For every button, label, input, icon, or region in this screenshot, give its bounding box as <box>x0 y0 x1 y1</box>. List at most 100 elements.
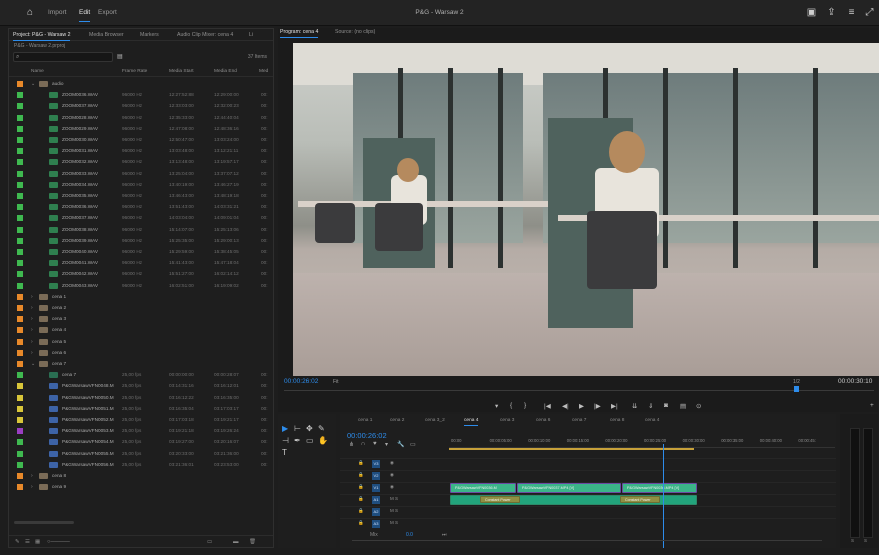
list-item[interactable]: ZOOM0040.WAV 96000 Hz 15:29:59:00 15:38:45:… <box>9 247 275 258</box>
color-label-swatch[interactable] <box>17 439 23 446</box>
overwrite-icon[interactable]: ⇓ <box>648 402 653 410</box>
list-item[interactable]: ZOOM0038.WAV 96000 Hz 15:14:07:00 15:25:13:… <box>9 225 275 236</box>
maximize-icon[interactable]: ⤢ <box>864 7 875 18</box>
quality-dropdown[interactable]: 1/2 <box>793 379 800 385</box>
add-marker-icon[interactable]: ▾ <box>495 402 498 410</box>
sequence-tab[interactable]: cena 2 <box>390 418 404 423</box>
tab-program[interactable]: Program: cena 4 <box>280 29 319 38</box>
timeline-clip[interactable]: P&GWarsawVFN0037.MP4 [V] <box>517 483 621 493</box>
list-item[interactable]: ZOOM0035.WAV 96000 Hz 13:46:43:00 13:48:19:… <box>9 191 275 202</box>
bin-row[interactable]: ⌄ cena 7 <box>9 359 275 370</box>
sequence-tab[interactable]: cena 8 <box>610 418 624 423</box>
audio-transition[interactable]: Constant Power <box>480 496 520 503</box>
mute-icon[interactable]: M S <box>390 508 398 513</box>
snap-icon[interactable]: ⋔ <box>349 441 354 448</box>
col-media-end[interactable]: Media End <box>214 69 237 74</box>
disclosure-triangle-icon[interactable]: › <box>31 294 33 300</box>
tab-markers[interactable]: Markers <box>140 32 159 38</box>
go-to-in-icon[interactable]: |◀ <box>544 402 551 410</box>
list-item[interactable]: P&GWarsawVFN0054.M 25,00 fps 03:19:27:00 03… <box>9 437 275 448</box>
list-item[interactable]: ZOOM0029.WAV 96000 Hz 12:47:08:00 12:48:36:… <box>9 124 275 135</box>
menu-icon[interactable]: ≡ <box>846 7 857 18</box>
color-label-swatch[interactable] <box>17 327 23 334</box>
list-item[interactable]: P&GWarsawVFN0048.M 25,00 fps 03:14:31:16 03… <box>9 381 275 392</box>
col-name[interactable]: Name <box>31 69 44 74</box>
color-label-swatch[interactable] <box>17 405 23 412</box>
pencil-icon[interactable]: ✎ <box>15 539 20 545</box>
color-label-swatch[interactable] <box>17 103 23 110</box>
lock-icon[interactable]: 🔒 <box>358 484 364 490</box>
search-input[interactable]: ⌕ <box>13 52 113 62</box>
bin-row[interactable]: ⌄ audio <box>9 79 275 90</box>
new-item-icon[interactable]: ▭ <box>207 539 212 545</box>
list-item[interactable]: ZOOM0036.WAV 96000 Hz 12:27:52:88 12:29:00:… <box>9 90 275 101</box>
meter-solo-left[interactable]: S <box>851 538 854 543</box>
color-label-swatch[interactable] <box>17 383 23 390</box>
meter-solo-right[interactable]: S <box>864 538 867 543</box>
bin-row[interactable]: › cena 9 <box>9 482 275 493</box>
color-label-swatch[interactable] <box>17 394 23 401</box>
captions-icon[interactable]: ▭ <box>410 441 416 448</box>
program-playhead[interactable] <box>794 386 799 392</box>
color-label-swatch[interactable] <box>17 237 23 244</box>
color-label-swatch[interactable] <box>17 293 23 300</box>
color-label-swatch[interactable] <box>17 114 23 121</box>
linked-selection-icon[interactable]: ∩ <box>361 441 365 447</box>
play-icon[interactable]: ▶ <box>579 402 584 410</box>
type-tool-icon[interactable]: T <box>282 448 287 457</box>
disclosure-triangle-icon[interactable]: › <box>31 339 33 345</box>
zoom-slider[interactable]: ○───── <box>47 539 70 545</box>
list-view-icon[interactable]: ☰ <box>25 539 30 545</box>
lock-icon[interactable]: 🔒 <box>358 496 364 502</box>
list-item[interactable]: ZOOM0042.WAV 96000 Hz 15:51:27:00 16:02:14:… <box>9 269 275 280</box>
lock-icon[interactable]: 🔒 <box>358 520 364 526</box>
razor-tool-icon[interactable]: ✎ <box>318 424 325 433</box>
track-a3[interactable]: 🔒 A3 M S <box>340 518 836 529</box>
tab-project[interactable]: Project: P&G - Warsaw 2 <box>13 32 71 41</box>
list-item[interactable]: P&GWarsawVFN0050.M 25,00 fps 03:16:12:22 03… <box>9 393 275 404</box>
mix-end-icon[interactable]: ⏭ <box>442 532 447 538</box>
slip-tool-icon[interactable]: ⊣ <box>282 436 289 445</box>
disclosure-triangle-icon[interactable]: › <box>31 473 33 479</box>
color-label-swatch[interactable] <box>17 181 23 188</box>
disclosure-triangle-icon[interactable]: › <box>31 484 33 490</box>
list-item[interactable]: cena 7 25,00 fps 00:00:00:00 00:00:28:07 00: <box>9 370 275 381</box>
bin-row[interactable]: › cena 5 <box>9 337 275 348</box>
track-a2[interactable]: 🔒 A2 M S <box>340 506 836 517</box>
track-v2[interactable]: 🔒 V2 ◉ <box>340 470 836 481</box>
color-label-swatch[interactable] <box>17 249 23 255</box>
col-frame-rate[interactable]: Frame Rate <box>122 69 147 74</box>
timeline-timecode[interactable]: 00:00:26:02 <box>347 431 387 440</box>
color-label-swatch[interactable] <box>17 193 23 199</box>
color-label-swatch[interactable] <box>17 271 23 278</box>
playhead-timecode[interactable]: 00:00:26:02 <box>284 378 318 385</box>
markers-icon[interactable]: ♥ <box>373 441 377 447</box>
track-target[interactable]: V1 <box>372 484 380 492</box>
step-forward-icon[interactable]: |▶ <box>594 402 601 410</box>
sequence-tab[interactable]: cena 7 <box>572 418 586 423</box>
audio-transition[interactable]: Constant Power <box>620 496 660 503</box>
step-back-icon[interactable]: ◀| <box>562 402 569 410</box>
program-ruler[interactable] <box>284 390 874 394</box>
go-to-out-icon[interactable]: ▶| <box>611 402 618 410</box>
timeline-playhead[interactable] <box>663 444 664 548</box>
tab-audio-clip-mixer[interactable]: Audio Clip Mixer: cena 4 <box>177 32 233 38</box>
list-item[interactable]: ZOOM0028.WAV 96000 Hz 12:35:33:00 12:44:40:… <box>9 113 275 124</box>
list-item[interactable]: ZOOM0034.WAV 96000 Hz 13:40:19:00 13:46:27:… <box>9 180 275 191</box>
tab-lumetri[interactable]: Li <box>249 32 253 38</box>
work-area-bar[interactable] <box>449 448 694 450</box>
list-item[interactable]: ZOOM0039.WAV 96000 Hz 15:25:35:00 15:29:00:… <box>9 236 275 247</box>
color-label-swatch[interactable] <box>17 215 23 222</box>
color-label-swatch[interactable] <box>17 484 23 491</box>
color-label-swatch[interactable] <box>17 137 23 143</box>
col-media[interactable]: Med <box>259 69 268 74</box>
color-label-swatch[interactable] <box>17 226 23 233</box>
track-target[interactable]: A2 <box>372 508 380 516</box>
color-label-swatch[interactable] <box>17 260 23 267</box>
color-label-swatch[interactable] <box>17 148 23 155</box>
list-item[interactable]: P&GWarsawVFN0053.M 25,00 fps 03:19:21:18 03… <box>9 426 275 437</box>
color-label-swatch[interactable] <box>17 461 23 468</box>
disclosure-triangle-icon[interactable]: › <box>31 316 33 322</box>
sequence-tab[interactable]: cena 3 <box>500 418 514 423</box>
color-label-swatch[interactable] <box>17 473 23 479</box>
